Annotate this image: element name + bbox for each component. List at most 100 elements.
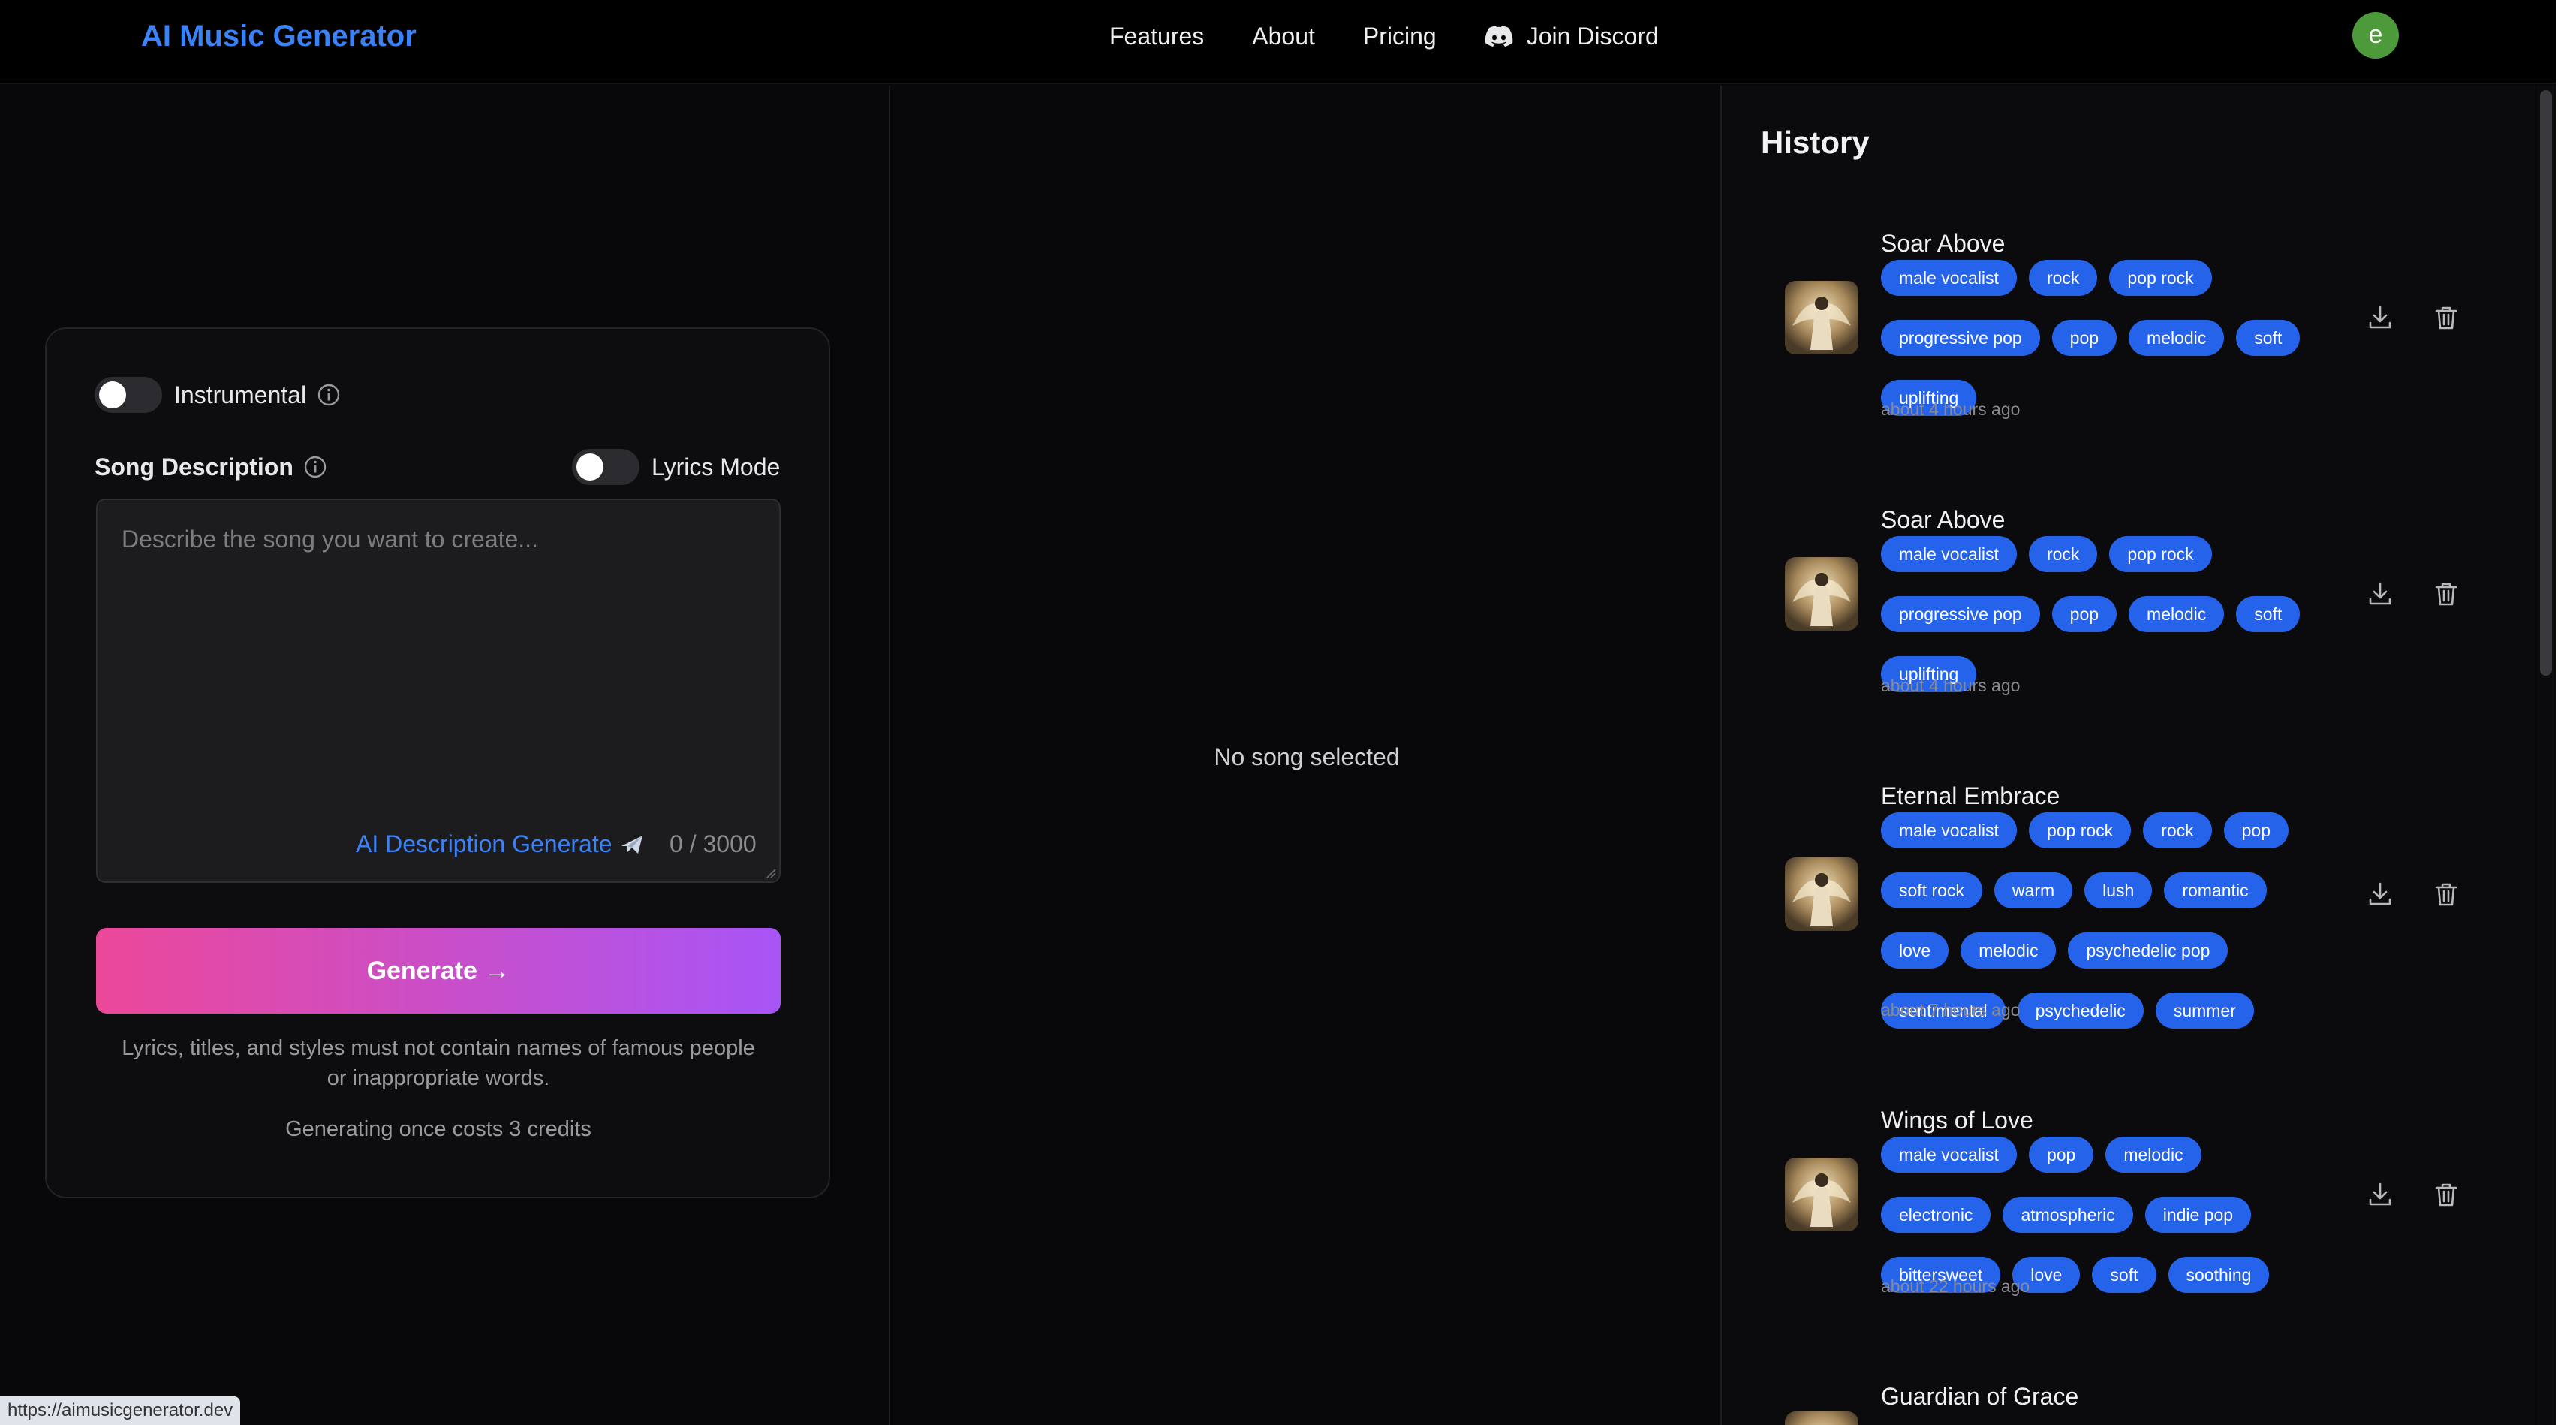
genre-tag[interactable]: pop	[2223, 812, 2289, 848]
song-description-input[interactable]: Describe the song you want to create... …	[96, 499, 781, 883]
tag-list: male vocalist rock pop rock progressive pop…	[1881, 536, 2331, 692]
genre-tag[interactable]: psychedelic	[2017, 993, 2144, 1029]
no-song-selected-text: No song selected	[1214, 743, 1400, 770]
generate-button[interactable]: Generate →	[96, 928, 781, 1014]
nav-links: Features About Pricing Join Discord	[1109, 18, 1659, 54]
song-cover-thumbnail[interactable]	[1785, 1411, 1858, 1425]
genre-tag[interactable]: rock	[2028, 260, 2098, 296]
song-timestamp: about 22 hours ago	[1881, 1276, 2030, 1296]
genre-tag[interactable]: progressive pop	[1881, 320, 2040, 356]
genre-tag[interactable]: soft	[2236, 320, 2301, 356]
genre-tag[interactable]: warm	[1994, 872, 2073, 908]
toggle-knob	[99, 381, 126, 408]
policy-note: Lyrics, titles, and styles must not cont…	[122, 1036, 755, 1090]
genre-tag[interactable]: male vocalist	[1881, 260, 2017, 296]
history-panel: History Soar Above male vocalist rock pop r…	[1723, 86, 2535, 1425]
genre-tag[interactable]: love	[1881, 932, 1949, 969]
genre-tag[interactable]: atmospheric	[2003, 1197, 2133, 1233]
discord-icon	[1485, 26, 1513, 47]
genre-tag[interactable]: melodic	[2129, 596, 2225, 632]
genre-tag[interactable]: pop	[2051, 596, 2117, 632]
genre-tag[interactable]: psychedelic pop	[2068, 932, 2228, 969]
genre-tag[interactable]: soothing	[2168, 1257, 2270, 1293]
song-description-label: Song Description	[95, 453, 293, 481]
genre-tag[interactable]: melodic	[1961, 932, 2057, 969]
trash-icon[interactable]	[2432, 303, 2460, 332]
song-timestamp: about 7 hours ago	[1881, 1000, 2021, 1020]
song-timestamp: about 4 hours ago	[1881, 676, 2021, 695]
tag-list: male vocalist rock pop rock progressive pop…	[1881, 260, 2331, 416]
scrollbar-thumb[interactable]	[2540, 90, 2552, 676]
song-title[interactable]: Soar Above	[1881, 228, 2005, 258]
lyrics-mode-label: Lyrics Mode	[652, 453, 781, 481]
download-icon[interactable]	[2366, 303, 2394, 332]
brand-logo-text[interactable]: AI Music Generator	[141, 17, 417, 56]
toggle-knob	[576, 453, 603, 481]
genre-tag[interactable]: electronic	[1881, 1197, 1991, 1233]
song-cover-thumbnail[interactable]	[1785, 857, 1858, 931]
user-avatar[interactable]: e	[2352, 12, 2399, 59]
genre-tag[interactable]: soft rock	[1881, 872, 1982, 908]
genre-tag[interactable]: male vocalist	[1881, 536, 2017, 572]
song-title[interactable]: Wings of Love	[1881, 1105, 2033, 1135]
player-panel: No song selected	[892, 86, 1722, 1425]
song-cover-thumbnail[interactable]	[1785, 1158, 1858, 1231]
song-cover-thumbnail[interactable]	[1785, 281, 1858, 354]
genre-tag[interactable]: melodic	[2129, 320, 2225, 356]
credits-note: Generating once costs 3 credits	[285, 1117, 591, 1141]
genre-tag[interactable]: soft	[2092, 1257, 2156, 1293]
genre-tag[interactable]: male vocalist	[1881, 1137, 2017, 1173]
genre-tag[interactable]: male vocalist	[1881, 812, 2017, 848]
genre-tag[interactable]: melodic	[2105, 1137, 2201, 1173]
genre-tag[interactable]: pop rock	[2109, 260, 2212, 296]
trash-icon[interactable]	[2432, 580, 2460, 608]
nav-link-about[interactable]: About	[1252, 18, 1315, 54]
download-icon[interactable]	[2366, 580, 2394, 608]
song-cover-thumbnail[interactable]	[1785, 557, 1858, 631]
genre-tag[interactable]: romantic	[2164, 872, 2267, 908]
description-placeholder: Describe the song you want to create...	[122, 526, 538, 553]
info-icon[interactable]	[317, 383, 341, 407]
resize-handle-icon[interactable]	[766, 868, 776, 878]
top-navbar: AI Music Generator Features About Pricin…	[0, 0, 2556, 84]
app-root: AI Music Generator Features About Pricin…	[0, 0, 2576, 1425]
genre-tag[interactable]: summer	[2155, 993, 2254, 1029]
nav-link-pricing[interactable]: Pricing	[1363, 18, 1437, 54]
genre-tag[interactable]: pop rock	[2109, 536, 2212, 572]
genre-tag[interactable]: pop	[2028, 1137, 2094, 1173]
song-title[interactable]: Soar Above	[1881, 505, 2005, 535]
genre-tag[interactable]: rock	[2028, 536, 2098, 572]
generator-panel: Instrumental Song Description Lyrics Mod…	[0, 86, 890, 1425]
airplane-icon	[621, 835, 642, 854]
info-icon[interactable]	[303, 455, 327, 479]
song-timestamp: about 4 hours ago	[1881, 399, 2021, 419]
generator-form-card: Instrumental Song Description Lyrics Mod…	[45, 327, 830, 1198]
trash-icon[interactable]	[2432, 1180, 2460, 1209]
page-edge	[2556, 0, 2576, 1425]
ai-description-generate-button[interactable]: AI Description Generate	[356, 830, 646, 858]
song-title[interactable]: Guardian of Grace	[1881, 1381, 2078, 1411]
instrumental-label: Instrumental	[174, 381, 307, 408]
genre-tag[interactable]: rock	[2143, 812, 2212, 848]
genre-tag[interactable]: lush	[2084, 872, 2153, 908]
genre-tag[interactable]: progressive pop	[1881, 596, 2040, 632]
status-bar-url: https://aimusicgenerator.dev	[0, 1396, 241, 1425]
genre-tag[interactable]: pop rock	[2028, 812, 2132, 848]
song-title[interactable]: Eternal Embrace	[1881, 781, 2060, 811]
history-title: History	[1761, 125, 1870, 160]
download-icon[interactable]	[2366, 880, 2394, 908]
genre-tag[interactable]: soft	[2236, 596, 2301, 632]
tag-list: male vocalist pop rock rock pop soft rock war…	[1881, 812, 2331, 1029]
join-discord-label: Join Discord	[1526, 23, 1659, 50]
nav-link-features[interactable]: Features	[1109, 18, 1204, 54]
nav-link-join-discord[interactable]: Join Discord	[1485, 18, 1659, 54]
trash-icon[interactable]	[2432, 880, 2460, 908]
genre-tag[interactable]: pop	[2051, 320, 2117, 356]
ai-generate-label: AI Description Generate	[356, 830, 612, 857]
tag-list: male vocalist pop melodic electronic atmosph…	[1881, 1137, 2331, 1293]
genre-tag[interactable]: indie pop	[2144, 1197, 2252, 1233]
lyrics-mode-toggle[interactable]	[572, 449, 639, 485]
instrumental-toggle[interactable]	[95, 377, 162, 413]
character-counter: 0 / 3000	[670, 830, 757, 857]
download-icon[interactable]	[2366, 1180, 2394, 1209]
